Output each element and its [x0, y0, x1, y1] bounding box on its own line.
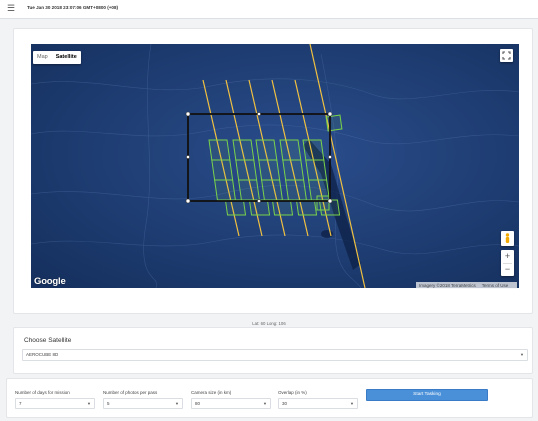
- lat-long-readout: Lat: 60 Long: 106: [252, 321, 286, 326]
- pegman-glyph: [505, 233, 510, 243]
- chevron-down-icon: ▼: [87, 401, 91, 406]
- photos-field-label: Number of photos per pass: [103, 390, 158, 395]
- hamburger-menu-icon[interactable]: ☰: [6, 3, 16, 13]
- map-canvas[interactable]: [31, 44, 519, 288]
- google-logo: Google: [34, 276, 66, 287]
- chevron-down-icon: ▼: [350, 401, 354, 406]
- chevron-down-icon: ▼: [520, 352, 524, 357]
- chevron-down-icon: ▼: [263, 401, 267, 406]
- fullscreen-icon[interactable]: [500, 49, 513, 62]
- map-type-control: Map Satellite: [33, 51, 81, 64]
- chevron-down-icon: ▼: [175, 401, 179, 406]
- overlap-field-label: Overlap (in %): [278, 390, 307, 395]
- camera-size-select[interactable]: 80 ▼: [191, 398, 271, 409]
- photos-select[interactable]: 5 ▼: [103, 398, 183, 409]
- choose-satellite-title: Choose Satellite: [24, 337, 72, 344]
- photos-select-value: 5: [107, 401, 110, 406]
- imagery-credit: Imagery ©2018 TerraMetrics: [419, 283, 476, 288]
- camera-size-select-value: 80: [195, 401, 201, 406]
- satellite-select-value: AEROCUBE 8D: [26, 352, 59, 357]
- map-attribution: Imagery ©2018 TerraMetrics Terms of Use: [416, 282, 518, 289]
- zoom-in-button[interactable]: +: [501, 250, 514, 263]
- pegman-street-view-icon[interactable]: [501, 231, 514, 246]
- current-date-time: Tue Jan 30 2018 23:07:06 GMT+0800 (+08): [27, 5, 119, 10]
- map-type-satellite-button[interactable]: Satellite: [52, 51, 81, 64]
- zoom-control: + −: [501, 250, 514, 276]
- days-select-value: 7: [19, 401, 22, 406]
- days-field-label: Number of days for mission: [15, 390, 70, 395]
- zoom-divider: [503, 263, 512, 264]
- satellite-select[interactable]: AEROCUBE 8D ▼: [22, 349, 528, 361]
- terms-of-use-link[interactable]: Terms of Use: [482, 283, 509, 288]
- satellite-map[interactable]: [31, 44, 519, 288]
- start-tasking-button[interactable]: Start Tasking: [366, 389, 488, 401]
- days-select[interactable]: 7 ▼: [15, 398, 95, 409]
- top-bar: ☰ Tue Jan 30 2018 23:07:06 GMT+0800 (+08…: [0, 0, 538, 19]
- overlap-select[interactable]: 30 ▼: [278, 398, 358, 409]
- overlap-select-value: 30: [282, 401, 288, 406]
- fullscreen-glyph: [502, 51, 511, 60]
- map-type-map-button[interactable]: Map: [33, 51, 52, 64]
- zoom-out-button[interactable]: −: [501, 263, 514, 276]
- camera-size-field-label: Camera size (in km): [191, 390, 232, 395]
